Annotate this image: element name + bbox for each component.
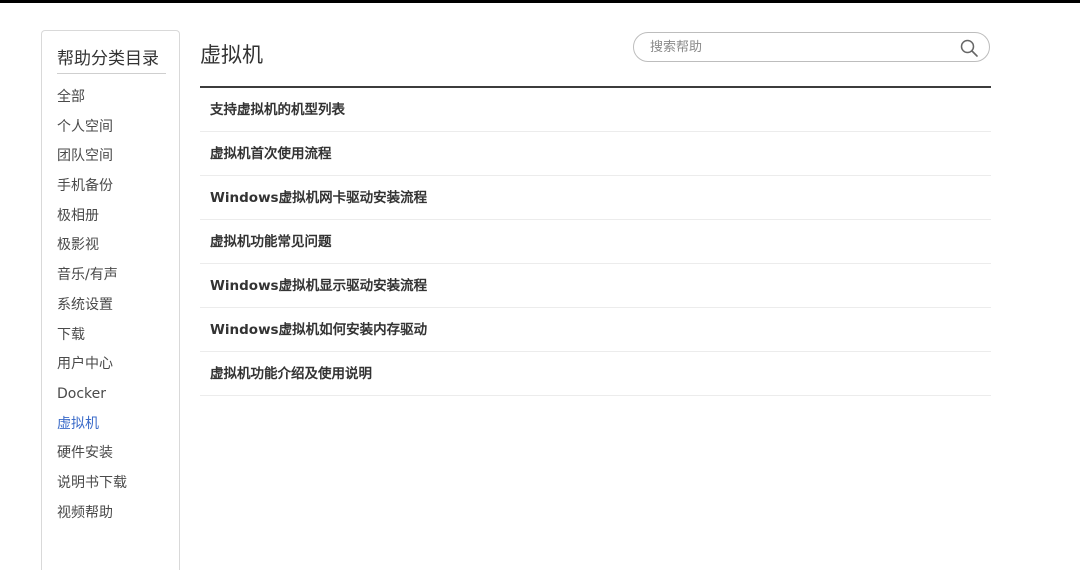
- sidebar-item-all[interactable]: 全部: [57, 87, 127, 117]
- category-list: 全部 个人空间 团队空间 手机备份 极相册 极影视 音乐/有声 系统设置 下载 …: [57, 87, 127, 532]
- sidebar-item-team-space[interactable]: 团队空间: [57, 146, 127, 176]
- sidebar-item-docker[interactable]: Docker: [57, 384, 127, 414]
- sidebar-item-download[interactable]: 下载: [57, 325, 127, 355]
- article-link[interactable]: Windows虚拟机显示驱动安装流程: [200, 264, 991, 308]
- sidebar-item-music-audio[interactable]: 音乐/有声: [57, 265, 127, 295]
- sidebar-item-hardware-install[interactable]: 硬件安装: [57, 443, 127, 473]
- article-link[interactable]: 虚拟机功能介绍及使用说明: [200, 352, 991, 396]
- article-link[interactable]: 虚拟机首次使用流程: [200, 132, 991, 176]
- article-link[interactable]: 支持虚拟机的机型列表: [200, 88, 991, 132]
- sidebar-item-manual-download[interactable]: 说明书下载: [57, 473, 127, 503]
- search-input[interactable]: [650, 37, 950, 57]
- search-box: [633, 32, 990, 62]
- article-link[interactable]: 虚拟机功能常见问题: [200, 220, 991, 264]
- sidebar-item-personal-space[interactable]: 个人空间: [57, 117, 127, 147]
- article-link[interactable]: Windows虚拟机网卡驱动安装流程: [200, 176, 991, 220]
- help-category-sidebar: 帮助分类目录 全部 个人空间 团队空间 手机备份 极相册 极影视 音乐/有声 系…: [41, 30, 180, 570]
- top-border: [0, 0, 1080, 3]
- article-list: 支持虚拟机的机型列表 虚拟机首次使用流程 Windows虚拟机网卡驱动安装流程 …: [200, 88, 991, 396]
- sidebar-item-user-center[interactable]: 用户中心: [57, 354, 127, 384]
- sidebar-item-video-help[interactable]: 视频帮助: [57, 503, 127, 533]
- sidebar-item-photo-album[interactable]: 极相册: [57, 206, 127, 236]
- sidebar-item-virtual-machine[interactable]: 虚拟机: [57, 414, 127, 444]
- sidebar-divider: [57, 73, 166, 74]
- sidebar-item-phone-backup[interactable]: 手机备份: [57, 176, 127, 206]
- search-icon[interactable]: [959, 38, 979, 58]
- page-title: 虚拟机: [200, 43, 263, 67]
- article-link[interactable]: Windows虚拟机如何安装内存驱动: [200, 308, 991, 352]
- sidebar-item-video[interactable]: 极影视: [57, 235, 127, 265]
- sidebar-title: 帮助分类目录: [57, 49, 159, 69]
- sidebar-item-system-settings[interactable]: 系统设置: [57, 295, 127, 325]
